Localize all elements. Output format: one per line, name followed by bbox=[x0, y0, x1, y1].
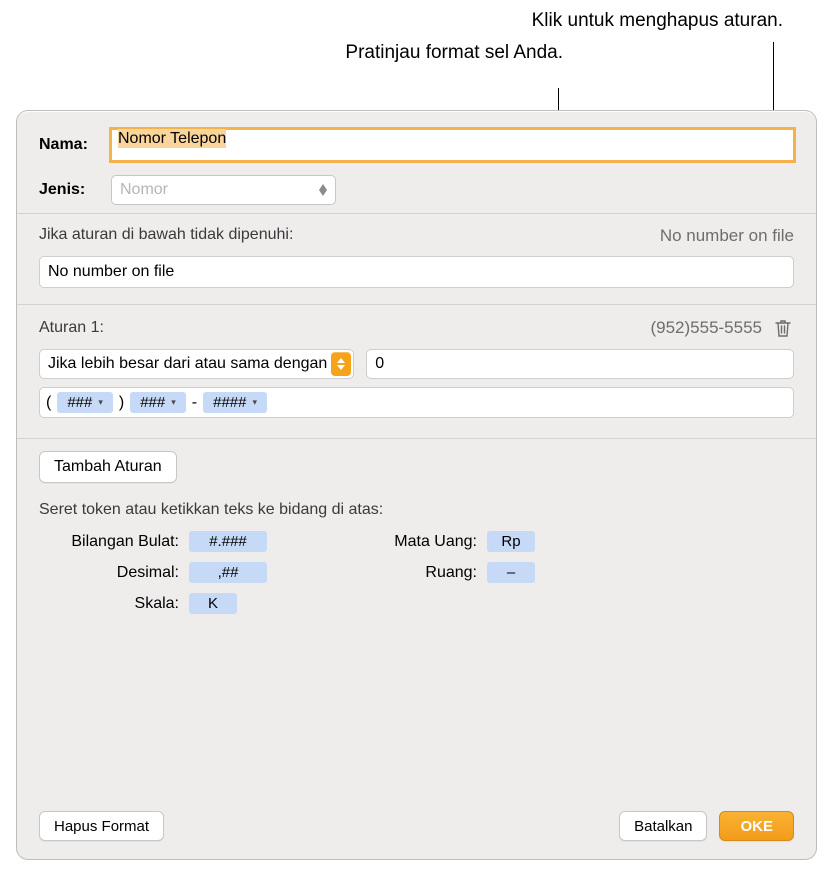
space-token-label: Ruang: bbox=[377, 564, 487, 582]
space-token[interactable]: – bbox=[487, 562, 535, 583]
default-rule-label: Jika aturan di bawah tidak dipenuhi: bbox=[39, 226, 640, 244]
scale-token-label: Skala: bbox=[39, 595, 189, 613]
literal-open-paren: ( bbox=[46, 394, 51, 412]
scale-token[interactable]: K bbox=[189, 593, 237, 614]
trash-icon bbox=[774, 318, 792, 338]
type-select[interactable]: Nomor bbox=[111, 175, 336, 205]
drag-hint-text: Seret token atau ketikkan teks ke bidang… bbox=[39, 501, 794, 519]
rule-value-input[interactable]: 0 bbox=[366, 349, 794, 379]
default-rule-preview: No number on file bbox=[660, 226, 794, 246]
default-rule-input[interactable]: No number on file bbox=[39, 256, 794, 288]
name-input[interactable]: Nomor Telepon bbox=[111, 129, 794, 161]
format-token[interactable]: ### ▾ bbox=[130, 392, 186, 413]
format-token[interactable]: ### ▾ bbox=[57, 392, 113, 413]
chevron-updown-icon bbox=[314, 178, 332, 202]
integer-token[interactable]: #.### bbox=[189, 531, 267, 552]
chevron-updown-icon bbox=[331, 352, 351, 376]
literal-close-paren: ) bbox=[119, 394, 124, 412]
rule-1-preview: (952)555-5555 bbox=[104, 318, 772, 338]
delete-rule-button[interactable] bbox=[772, 317, 794, 339]
currency-token-label: Mata Uang: bbox=[377, 533, 487, 551]
ok-button[interactable]: OKE bbox=[719, 811, 794, 841]
rule-format-field[interactable]: ( ### ▾ ) ### ▾ - #### ▾ bbox=[39, 387, 794, 418]
chevron-down-icon: ▾ bbox=[252, 397, 257, 408]
delete-format-button[interactable]: Hapus Format bbox=[39, 811, 164, 841]
type-label: Jenis: bbox=[39, 181, 111, 199]
callout-preview: Pratinjau format sel Anda. bbox=[0, 42, 833, 64]
format-token[interactable]: #### ▾ bbox=[203, 392, 267, 413]
rule-condition-select[interactable]: Jika lebih besar dari atau sama dengan bbox=[39, 349, 354, 379]
cancel-button[interactable]: Batalkan bbox=[619, 811, 707, 841]
integer-token-label: Bilangan Bulat: bbox=[39, 533, 189, 551]
add-rule-button[interactable]: Tambah Aturan bbox=[39, 451, 177, 483]
callout-delete: Klik untuk menghapus aturan. bbox=[0, 10, 833, 32]
chevron-down-icon: ▾ bbox=[98, 397, 103, 408]
decimal-token[interactable]: ,## bbox=[189, 562, 267, 583]
decimal-token-label: Desimal: bbox=[39, 564, 189, 582]
literal-dash: - bbox=[192, 394, 197, 412]
name-label: Nama: bbox=[39, 136, 111, 154]
format-dialog: Nama: Nomor Telepon Jenis: Nomor Jika at… bbox=[16, 110, 817, 860]
rule-1-label: Aturan 1: bbox=[39, 319, 104, 337]
chevron-down-icon: ▾ bbox=[171, 397, 176, 408]
currency-token[interactable]: Rp bbox=[487, 531, 535, 552]
